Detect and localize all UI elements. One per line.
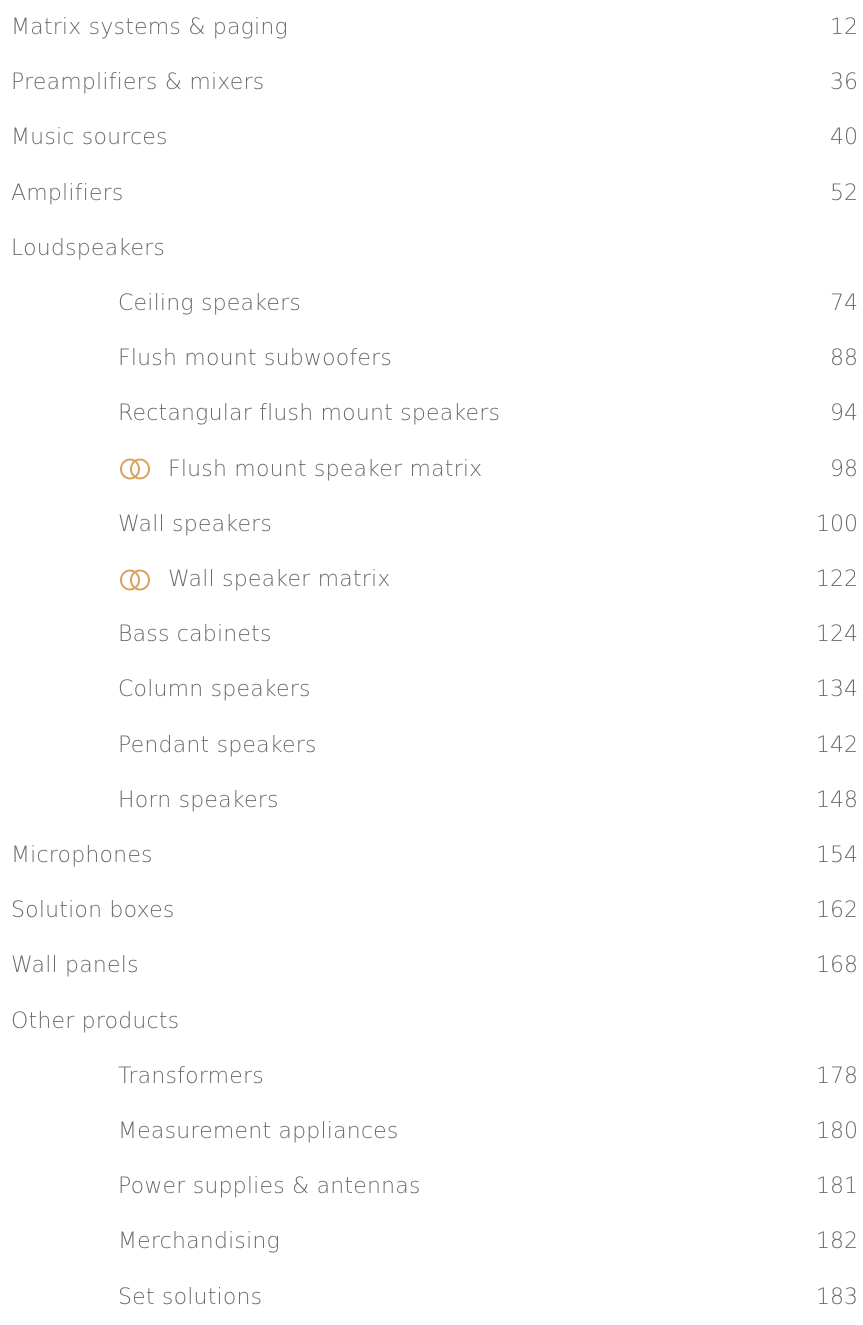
toc-entry-label-wrap: Wall panels [0, 953, 758, 978]
toc-entry-label-wrap: Flush mount speaker matrix [0, 457, 758, 482]
toc-entry-label-wrap: Pendant speakers [0, 733, 758, 758]
toc-entry[interactable]: Column speakers 134 [0, 662, 863, 717]
toc-entry[interactable]: Measurement appliances 180 [0, 1104, 863, 1159]
toc-entry-page-number: 122 [816, 567, 858, 592]
toc-entry[interactable]: Wall panels 168 [0, 938, 863, 993]
toc-entry-title: Ceiling speakers [118, 291, 302, 316]
toc-entry-title: Merchandising [118, 1229, 280, 1255]
toc-entry-title: Bass cabinets [118, 622, 272, 648]
toc-entry-label-wrap: Measurement appliances [0, 1119, 758, 1144]
toc-entry-label-wrap: Bass cabinets [0, 622, 758, 647]
toc-entry[interactable]: Matrix systems & paging 12 [0, 0, 863, 55]
toc-entry[interactable]: Ceiling speakers 74 [0, 276, 863, 331]
toc-entry-title: Column speakers [118, 677, 311, 703]
toc-entry-title: Loudspeakers [11, 235, 166, 261]
toc-entry[interactable]: Solution boxes 162 [0, 883, 863, 938]
toc-entry-title: Wall speaker matrix [168, 567, 391, 592]
toc-entry-label-wrap: Solution boxes [0, 898, 758, 923]
toc-entry-label-wrap: Transformers [0, 1064, 758, 1089]
toc-entry[interactable]: Bass cabinets 124 [0, 607, 863, 662]
toc-entry-page-number: 98 [830, 456, 858, 482]
toc-entry-title: Horn speakers [118, 787, 279, 813]
toc-entry[interactable]: Transformers 178 [0, 1049, 863, 1104]
toc-entry-label-wrap: Wall speaker matrix [0, 567, 758, 592]
toc-entry[interactable]: Preamplifiers & mixers 36 [0, 55, 863, 110]
toc-entry-label-wrap: Set solutions [0, 1285, 758, 1310]
toc-entry[interactable]: Power supplies & antennas 181 [0, 1159, 863, 1214]
toc-entry-title: Transformers [118, 1063, 264, 1089]
toc-entry-title: Other products [11, 1008, 180, 1034]
toc-entry-label-wrap: Loudspeakers [0, 236, 758, 261]
toc-entry-title: Wall speakers [118, 511, 273, 537]
toc-entry-page-number: 182 [816, 1229, 858, 1255]
toc-entry-title: Wall panels [11, 953, 139, 979]
toc-entry-title: Set solutions [118, 1284, 263, 1310]
toc-entry[interactable]: Set solutions 183 [0, 1270, 863, 1325]
toc-entry-title: Microphones [11, 843, 153, 868]
toc-entry[interactable]: Merchandising 182 [0, 1214, 863, 1269]
table-of-contents: Matrix systems & paging 12 Preamplifiers &… [0, 0, 863, 1310]
toc-entry-page-number: 168 [816, 953, 858, 979]
toc-entry-label-wrap: Rectangular flush mount speakers [0, 401, 758, 426]
toc-entry-page-number: 52 [830, 180, 858, 206]
toc-entry-title: Rectangular flush mount speakers [118, 401, 501, 427]
toc-entry-title: Power supplies & antennas [118, 1174, 421, 1200]
toc-entry-label-wrap: Wall speakers [0, 512, 758, 537]
toc-entry-page-number: 36 [830, 70, 858, 96]
toc-entry[interactable]: Amplifiers 52 [0, 166, 863, 221]
toc-entry-title: Solution boxes [11, 898, 175, 924]
toc-entry[interactable]: Pendant speakers 142 [0, 718, 863, 773]
toc-entry-title: Measurement appliances [118, 1119, 399, 1144]
interlocking-rings-icon [118, 569, 152, 591]
toc-entry-page-number: 183 [816, 1284, 858, 1310]
toc-entry[interactable]: Rectangular flush mount speakers 94 [0, 386, 863, 441]
toc-entry[interactable]: Horn speakers 148 [0, 773, 863, 828]
toc-entry-label-wrap: Flush mount subwoofers [0, 346, 758, 371]
toc-entry-title: Music sources [11, 125, 168, 151]
toc-entry-title: Amplifiers [11, 180, 124, 206]
toc-entry-label-wrap: Merchandising [0, 1229, 758, 1254]
toc-entry-page-number: 148 [816, 787, 858, 813]
toc-entry-page-number: 154 [816, 843, 858, 868]
toc-entry-page-number: 181 [816, 1174, 858, 1200]
toc-entry-title: Flush mount subwoofers [118, 346, 392, 372]
toc-entry-page-number: 142 [816, 732, 858, 758]
toc-entry[interactable]: Wall speaker matrix 122 [0, 552, 863, 607]
toc-entry[interactable]: Other products [0, 994, 863, 1049]
toc-entry-page-number: 94 [830, 401, 858, 427]
toc-entry[interactable]: Music sources 40 [0, 110, 863, 165]
toc-entry-title: Flush mount speaker matrix [168, 456, 483, 482]
toc-entry-page-number: 88 [830, 346, 858, 372]
toc-entry-label-wrap: Preamplifiers & mixers [0, 70, 758, 95]
toc-entry-label-wrap: Matrix systems & paging [0, 15, 758, 40]
toc-entry-page-number: 100 [816, 511, 858, 537]
toc-entry-label-wrap: Column speakers [0, 677, 758, 702]
interlocking-rings-icon [118, 458, 152, 480]
toc-entry-page-number: 124 [816, 622, 858, 648]
toc-entry[interactable]: Flush mount subwoofers 88 [0, 331, 863, 386]
toc-entry-title: Preamplifiers & mixers [11, 70, 265, 96]
toc-entry-page-number: 134 [816, 677, 858, 703]
toc-entry-title: Matrix systems & paging [11, 15, 288, 40]
toc-entry-label-wrap: Ceiling speakers [0, 291, 758, 316]
toc-entry-page-number: 74 [830, 291, 858, 316]
toc-entry-title: Pendant speakers [118, 732, 317, 758]
toc-entry-label-wrap: Horn speakers [0, 788, 758, 813]
toc-entry[interactable]: Flush mount speaker matrix 98 [0, 442, 863, 497]
toc-entry-page-number: 40 [830, 125, 858, 151]
toc-entry-page-number: 178 [816, 1063, 858, 1089]
toc-entry-page-number: 12 [830, 15, 858, 40]
toc-entry-page-number: 162 [816, 898, 858, 924]
toc-entry[interactable]: Wall speakers 100 [0, 497, 863, 552]
toc-entry-page-number: 180 [816, 1119, 858, 1144]
toc-entry[interactable]: Microphones 154 [0, 828, 863, 883]
toc-entry[interactable]: Loudspeakers [0, 221, 863, 276]
toc-entry-label-wrap: Power supplies & antennas [0, 1174, 758, 1199]
toc-entry-label-wrap: Music sources [0, 125, 758, 150]
toc-entry-label-wrap: Microphones [0, 843, 758, 868]
toc-entry-label-wrap: Other products [0, 1009, 758, 1034]
toc-entry-label-wrap: Amplifiers [0, 181, 758, 206]
